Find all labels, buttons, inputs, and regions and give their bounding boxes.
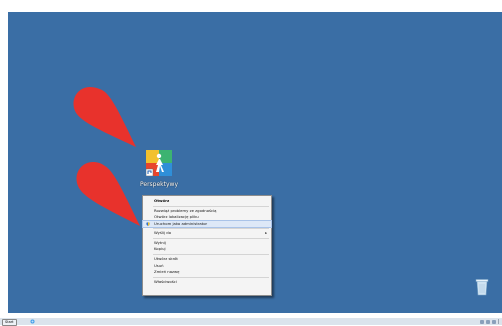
menu-item-label: Uruchom jako administrator — [154, 221, 207, 226]
annotation-pointer-top — [72, 85, 142, 149]
volume-icon[interactable] — [486, 320, 490, 324]
menu-item-send-to[interactable]: Wyślij do ▸ — [143, 230, 271, 236]
menu-item-label: Właściwości — [154, 279, 177, 284]
menu-item-properties[interactable]: Właściwości — [143, 279, 271, 285]
menu-item-copy[interactable]: Kopiuj — [143, 246, 271, 252]
submenu-arrow-icon: ▸ — [265, 230, 267, 236]
menu-item-label: Zmień nazwę — [154, 269, 179, 274]
menu-separator — [153, 277, 269, 278]
menu-item-label: Kopiuj — [154, 246, 166, 251]
menu-item-run-as-administrator[interactable]: Uruchom jako administrator — [143, 221, 271, 227]
network-icon[interactable] — [480, 320, 484, 324]
recycle-bin-icon[interactable] — [475, 278, 489, 296]
menu-separator — [153, 238, 269, 239]
menu-separator — [153, 254, 269, 255]
menu-item-label: Wyślij do — [154, 230, 171, 235]
tray-divider — [498, 319, 499, 324]
menu-item-label: Wytnij — [154, 240, 166, 245]
menu-item-open[interactable]: Otwórz — [143, 198, 271, 204]
system-tray — [480, 318, 502, 325]
menu-item-label: Usuń — [154, 263, 164, 268]
perspektywy-app-icon — [146, 150, 172, 176]
menu-item-label: Utwórz skrót — [154, 256, 178, 261]
context-menu: Otwórz Rozwiąż problemy ze zgodnością Ot… — [142, 195, 272, 296]
perspektywy-icon-label: Perspektywy — [138, 181, 180, 188]
menu-item-label: Rozwiąż problemy ze zgodnością — [154, 208, 216, 213]
menu-item-label: Otwórz lokalizację pliku — [154, 214, 199, 219]
menu-item-rename[interactable]: Zmień nazwę — [143, 269, 271, 275]
menu-item-label: Otwórz — [154, 198, 169, 203]
screen: Perspektywy Otwórz Rozwiąż problemy ze z… — [0, 0, 502, 325]
uac-shield-icon — [146, 222, 150, 226]
flag-icon[interactable] — [492, 320, 496, 324]
menu-separator — [153, 228, 269, 229]
perspektywy-desktop-icon[interactable]: Perspektywy — [138, 150, 180, 188]
taskbar: Start — [0, 318, 502, 325]
taskbar-app-icon[interactable] — [30, 319, 35, 324]
annotation-pointer-bottom — [75, 160, 145, 228]
menu-separator — [153, 206, 269, 207]
